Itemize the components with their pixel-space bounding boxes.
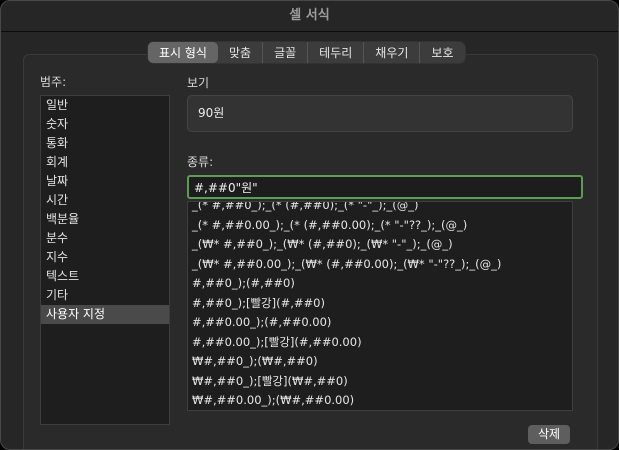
delete-button[interactable]: 삭제 — [528, 425, 570, 444]
tab-fill[interactable]: 채우기 — [364, 42, 421, 63]
category-item-text[interactable]: 텍스트 — [41, 267, 169, 286]
preview-label: 보기 — [187, 76, 210, 90]
category-item-special[interactable]: 기타 — [41, 286, 169, 305]
format-cells-dialog: 셀 서식 표시 형식 맞춤 글꼴 테두리 채우기 보호 범주: 일반 숫자 통화… — [0, 0, 619, 450]
tab-alignment[interactable]: 맞춤 — [218, 42, 264, 63]
category-item-time[interactable]: 시간 — [41, 191, 169, 210]
tab-protection[interactable]: 보호 — [420, 42, 464, 63]
tab-font[interactable]: 글꼴 — [263, 42, 309, 63]
format-code-item[interactable]: ₩#,##0_);[빨강](₩#,##0) — [188, 372, 572, 392]
preview-value: 90원 — [198, 106, 225, 120]
format-code-list[interactable]: _(* #,##0_);_(* (#,##0);_(* "-"_);_(@_) … — [187, 201, 573, 411]
format-code-item[interactable]: _(* #,##0.00_);_(* (#,##0.00);_(* "-"??_… — [188, 216, 572, 236]
category-item-scientific[interactable]: 지수 — [41, 248, 169, 267]
category-item-general[interactable]: 일반 — [41, 96, 169, 115]
format-code-item[interactable]: ₩#,##0_);(₩#,##0) — [188, 352, 572, 372]
category-list[interactable]: 일반 숫자 통화 회계 날짜 시간 백분율 분수 지수 텍스트 기타 사용자 지… — [40, 95, 170, 425]
preview-box: 90원 — [187, 95, 573, 132]
format-code-item[interactable]: _(* #,##0_);_(* (#,##0);_(* "-"_);_(@_) — [188, 202, 572, 216]
format-code-item[interactable]: #,##0_);(#,##0) — [188, 274, 572, 294]
format-code-item[interactable]: #,##0.00_);[빨강](#,##0.00) — [188, 333, 572, 353]
format-code-item[interactable]: _(₩* #,##0_);_(₩* (#,##0);_(₩* "-"_);_(@… — [188, 235, 572, 255]
category-item-percentage[interactable]: 백분율 — [41, 210, 169, 229]
format-code-item[interactable]: #,##0.00_);(#,##0.00) — [188, 313, 572, 333]
format-code-item[interactable]: ₩#,##0.00_);(₩#,##0.00) — [188, 391, 572, 410]
tab-border[interactable]: 테두리 — [308, 42, 365, 63]
title-divider — [1, 31, 618, 32]
tab-bar: 표시 형식 맞춤 글꼴 테두리 채우기 보호 — [148, 42, 465, 63]
format-code-item[interactable]: #,##0_);[빨강](#,##0) — [188, 294, 572, 314]
category-item-fraction[interactable]: 분수 — [41, 229, 169, 248]
category-item-accounting[interactable]: 회계 — [41, 153, 169, 172]
category-item-custom[interactable]: 사용자 지정 — [41, 305, 169, 324]
type-label: 종류: — [187, 155, 214, 169]
format-code-item[interactable]: _(₩* #,##0.00_);_(₩* (#,##0.00);_(₩* "-"… — [188, 255, 572, 275]
category-item-date[interactable]: 날짜 — [41, 172, 169, 191]
category-item-currency[interactable]: 통화 — [41, 134, 169, 153]
format-code-input[interactable] — [187, 175, 583, 199]
category-item-number[interactable]: 숫자 — [41, 115, 169, 134]
dialog-title: 셀 서식 — [289, 8, 330, 23]
category-label: 범주: — [40, 75, 67, 89]
tab-number-format[interactable]: 표시 형식 — [148, 42, 218, 63]
